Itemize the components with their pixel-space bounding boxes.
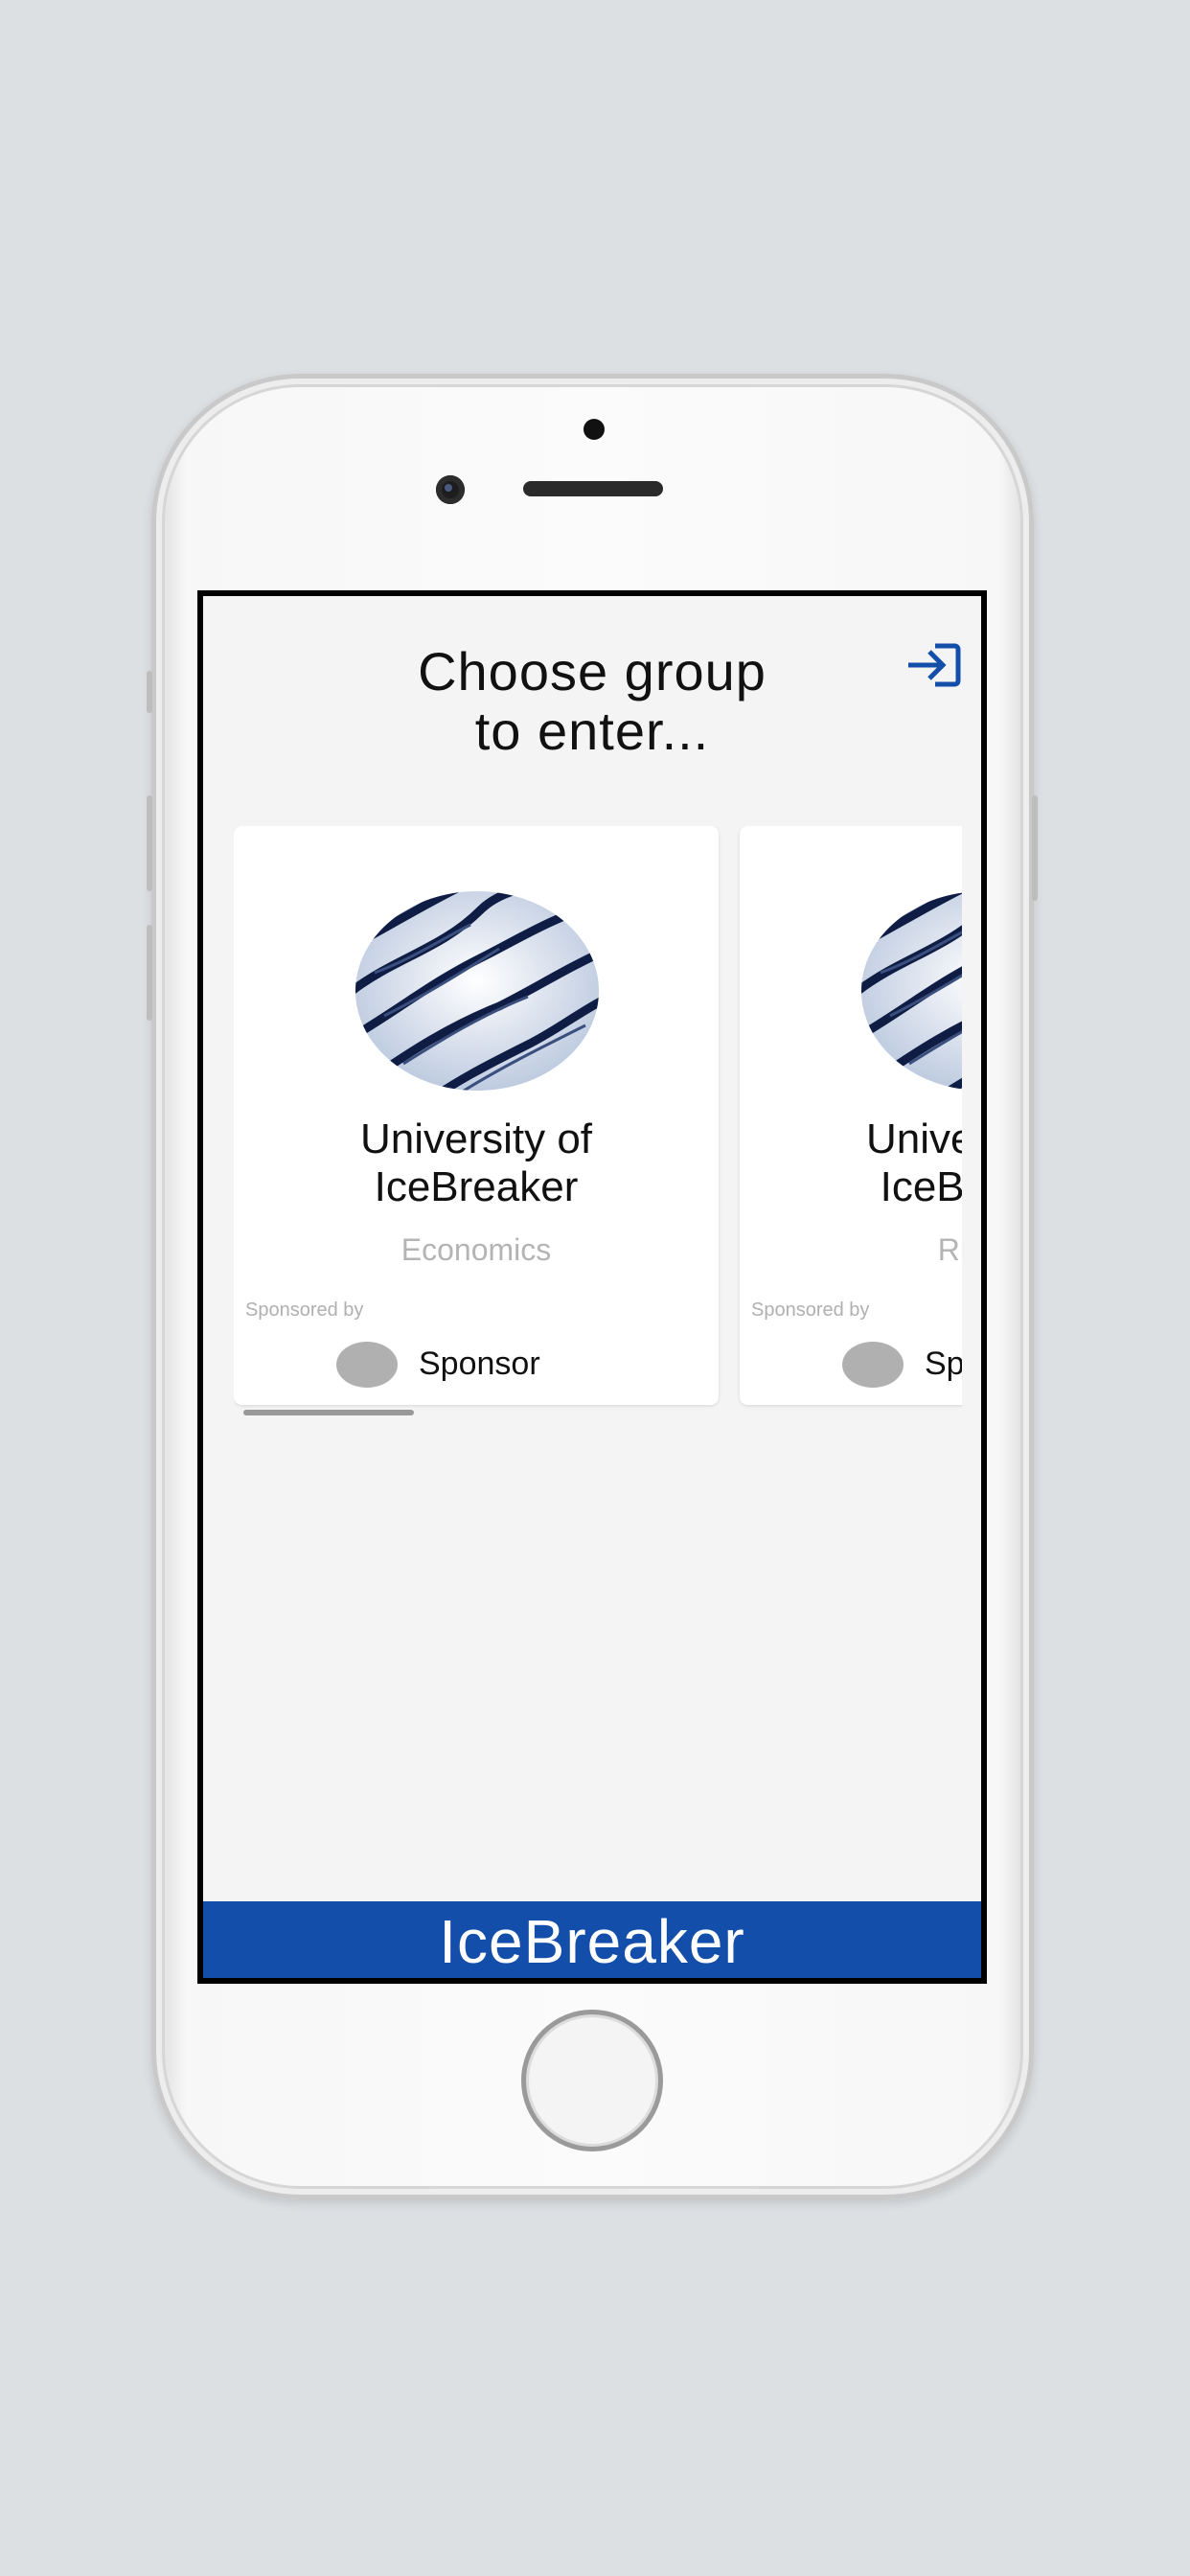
proximity-sensor <box>584 419 605 440</box>
group-name: University of IceBreaker <box>359 1116 593 1210</box>
group-name: University of IceBreaker <box>865 1116 962 1210</box>
logout-arrow-icon[interactable] <box>904 640 962 690</box>
sponsor-name: Sponsor <box>925 1346 962 1382</box>
brand-footer: IceBreaker <box>203 1901 981 1978</box>
page-title: Choose group to enter... <box>418 641 767 761</box>
sponsored-by-label: Sponsored by <box>751 1300 870 1321</box>
sponsored-by-label: Sponsored by <box>245 1300 364 1321</box>
group-category: Economics <box>400 1232 552 1267</box>
volume-up-button <box>147 795 152 891</box>
group-card[interactable]: University of IceBreaker Rugby Sponsored… <box>740 826 962 1405</box>
group-logo-ice-image <box>861 891 962 1091</box>
sponsor-name: Sponsor <box>419 1346 540 1382</box>
app-screen: Choose group to enter... University of I… <box>197 590 987 1984</box>
volume-down-button <box>147 925 152 1021</box>
front-camera <box>436 475 465 504</box>
group-carousel[interactable]: University of IceBreaker Economics Spons… <box>234 826 962 1439</box>
power-button <box>1032 795 1038 901</box>
group-card[interactable]: University of IceBreaker Economics Spons… <box>234 826 719 1405</box>
earpiece-speaker <box>523 481 663 496</box>
group-category: Rugby <box>937 1232 962 1267</box>
mute-switch <box>147 671 152 713</box>
group-logo-ice-image <box>355 891 599 1091</box>
sponsor-avatar <box>842 1342 904 1388</box>
home-button[interactable] <box>521 2010 663 2151</box>
sponsor-avatar <box>336 1342 398 1388</box>
carousel-scrollbar[interactable] <box>243 1410 414 1415</box>
